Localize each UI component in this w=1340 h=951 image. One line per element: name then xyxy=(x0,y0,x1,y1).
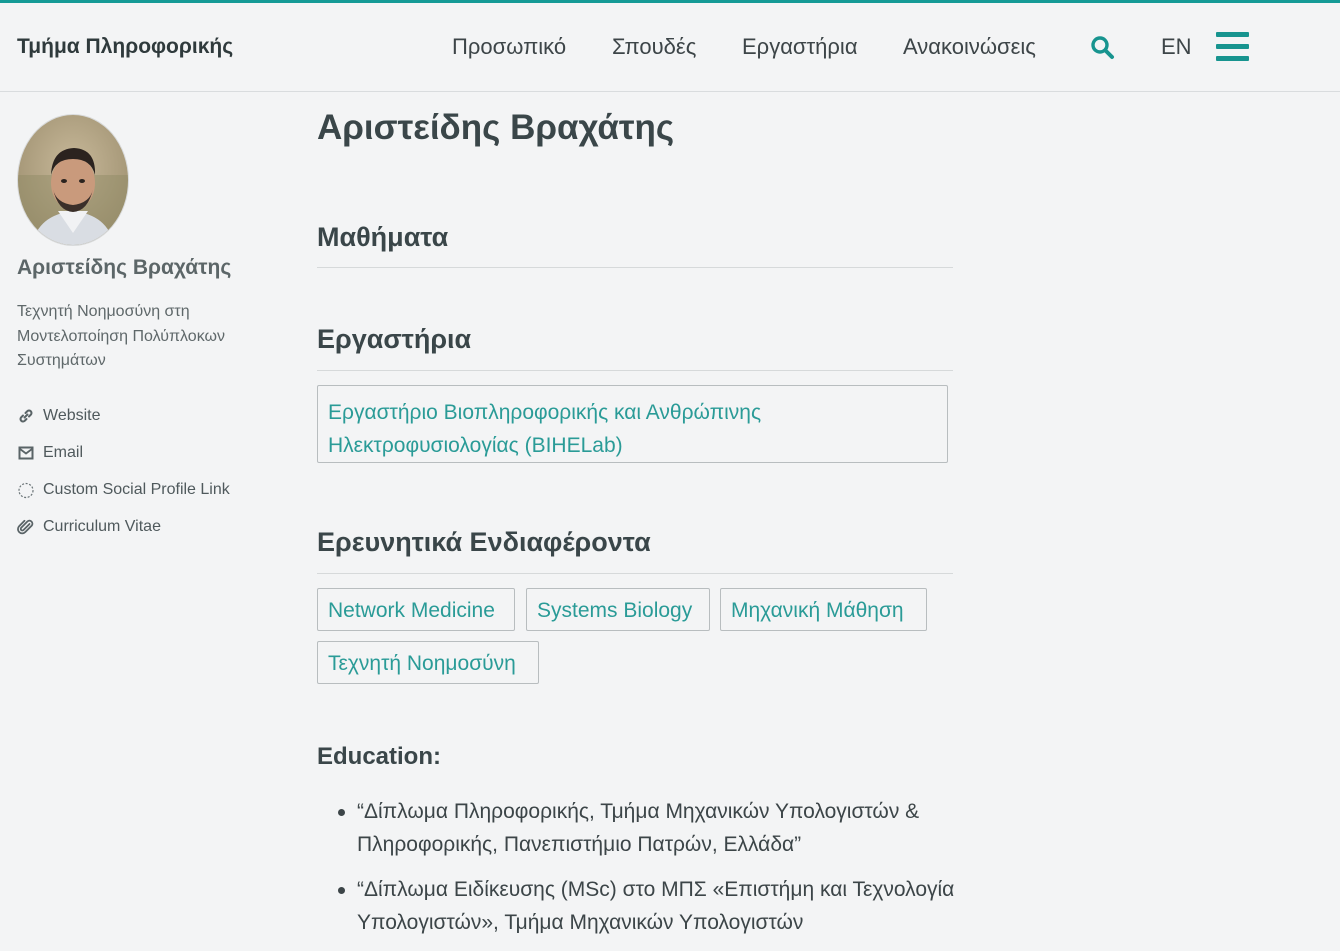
avatar xyxy=(17,114,129,246)
custom-social-profile-link[interactable]: Custom Social Profile Link xyxy=(17,471,230,508)
sidebar-person-name: Αριστείδης Βραχάτης xyxy=(17,256,232,279)
nav-item-labs[interactable]: Εργαστήρια xyxy=(742,34,858,60)
courses-divider xyxy=(317,267,953,268)
research-interests-heading: Ερευνητικά Ενδιαφέροντα xyxy=(317,527,651,557)
sidebar-person-role: Τεχνητή Νοημοσύνη στη Μοντελοποίηση Πολύ… xyxy=(17,303,225,369)
page-title: Αριστείδης Βραχάτης xyxy=(317,108,675,147)
email-icon xyxy=(18,446,34,459)
site-brand[interactable]: Τμήμα Πληροφορικής xyxy=(17,35,233,59)
circle-icon xyxy=(18,482,34,498)
lab-link[interactable]: Εργαστήριο Βιοπληροφορικής και Ανθρώπινη… xyxy=(317,385,948,463)
nav-item-announcements[interactable]: Ανακοινώσεις xyxy=(903,34,1036,60)
paperclip-icon xyxy=(17,519,34,534)
education-heading: Education: xyxy=(317,743,441,770)
sidebar-links: Website Email Custom Social Profile Link… xyxy=(17,397,230,545)
interest-tag-artificial-intelligence[interactable]: Τεχνητή Νοημοσύνη xyxy=(317,641,539,684)
list-item: “Δίπλωμα Πληροφορικής, Τμήμα Μηχανικών Υ… xyxy=(338,795,957,861)
interest-tag-network-medicine[interactable]: Network Medicine xyxy=(317,588,515,631)
website-link-label: Website xyxy=(43,406,101,424)
curriculum-vitae-link[interactable]: Curriculum Vitae xyxy=(17,508,230,545)
nav-item-studies[interactable]: Σπουδές xyxy=(612,34,696,60)
nav-item-personnel[interactable]: Προσωπικό xyxy=(452,34,566,60)
interest-tag-systems-biology[interactable]: Systems Biology xyxy=(526,588,710,631)
courses-heading: Μαθήματα xyxy=(317,222,449,252)
hamburger-menu-icon[interactable] xyxy=(1216,32,1249,62)
custom-social-profile-link-label: Custom Social Profile Link xyxy=(43,480,230,498)
site-header: Τμήμα Πληροφορικής Προσωπικό Σπουδές Εργ… xyxy=(0,3,1340,92)
education-list: “Δίπλωμα Πληροφορικής, Τμήμα Μηχανικών Υ… xyxy=(317,795,957,951)
labs-divider xyxy=(317,370,953,371)
search-icon[interactable] xyxy=(1090,35,1116,61)
email-link-label: Email xyxy=(43,443,84,461)
language-switch[interactable]: EN xyxy=(1161,34,1192,60)
link-icon xyxy=(19,409,33,422)
research-interests-divider xyxy=(317,573,953,574)
website-link[interactable]: Website xyxy=(17,397,230,434)
labs-heading: Εργαστήρια xyxy=(317,324,472,354)
interest-tag-machine-learning[interactable]: Μηχανική Μάθηση xyxy=(720,588,927,631)
email-link[interactable]: Email xyxy=(17,434,230,471)
list-item: “Δίπλωμα Ειδίκευσης (MSc) στο ΜΠΣ «Επιστ… xyxy=(338,873,957,939)
curriculum-vitae-link-label: Curriculum Vitae xyxy=(43,517,161,535)
